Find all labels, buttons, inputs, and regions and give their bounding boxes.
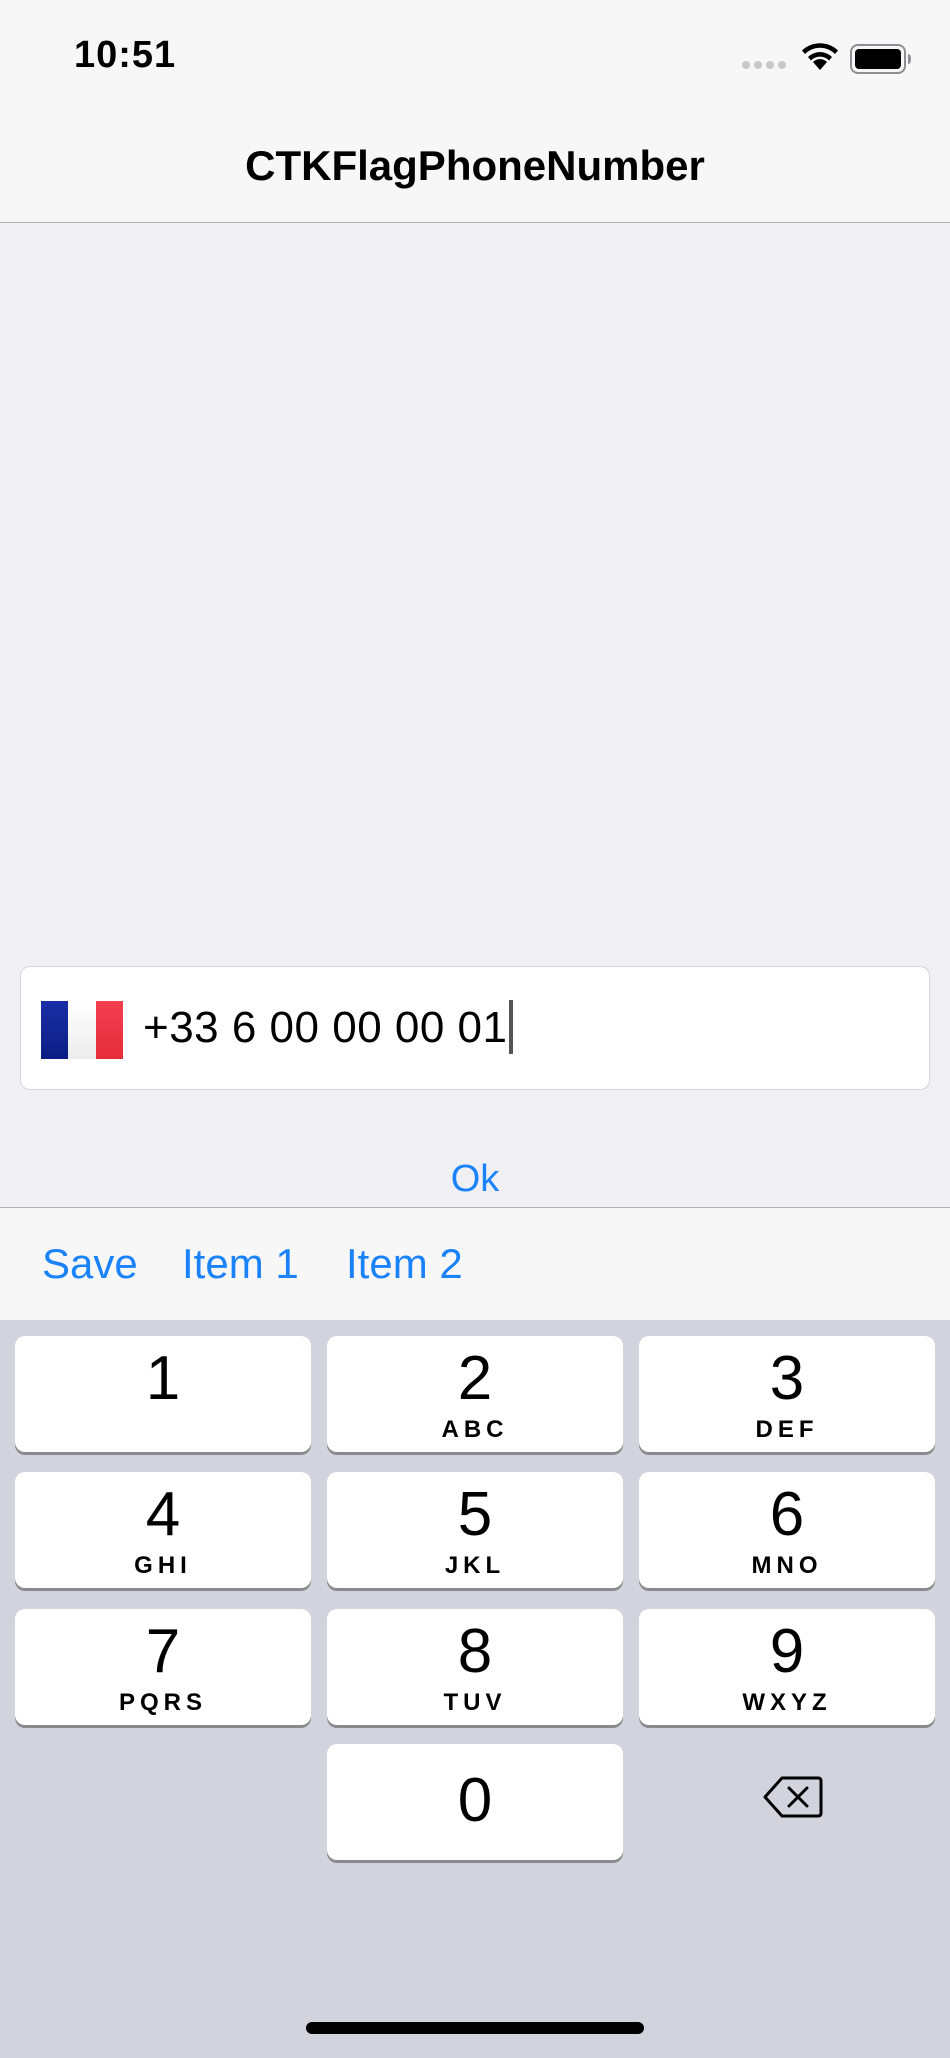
save-button[interactable]: Save (42, 1240, 138, 1288)
key-letters: GHI (134, 1552, 192, 1579)
key-digit: 1 (145, 1344, 181, 1413)
keyboard-toolbar: Save Item 1 Item 2 (0, 1207, 950, 1320)
item-2-button[interactable]: Item 2 (346, 1240, 463, 1288)
key-0[interactable]: 0 (327, 1744, 623, 1860)
wifi-icon (802, 43, 838, 70)
key-5[interactable]: 5 JKL (327, 1472, 623, 1588)
navigation-bar: CTKFlagPhoneNumber (0, 112, 950, 223)
phone-number-input[interactable]: +33 6 00 00 00 01 (143, 997, 513, 1059)
ok-button[interactable]: Ok (0, 1158, 950, 1201)
key-9[interactable]: 9 WXYZ (639, 1609, 935, 1725)
cellular-signal-icon (742, 61, 788, 73)
status-bar: 10:51 (0, 0, 950, 112)
text-cursor (508, 1000, 513, 1054)
key-letters: MNO (751, 1552, 823, 1579)
key-letters: DEF (755, 1416, 819, 1443)
status-time: 10:51 (74, 34, 177, 76)
item-1-button[interactable]: Item 1 (182, 1240, 299, 1288)
home-indicator (306, 2022, 644, 2034)
key-digit: 3 (769, 1344, 805, 1413)
key-letters: WXYZ (742, 1689, 832, 1716)
key-8[interactable]: 8 TUV (327, 1609, 623, 1725)
key-digit: 9 (769, 1617, 805, 1686)
key-letters: PQRS (118, 1689, 207, 1716)
key-digit: 6 (769, 1480, 805, 1549)
france-flag-icon[interactable] (41, 1001, 123, 1059)
key-2[interactable]: 2 ABC (327, 1336, 623, 1452)
key-digit: 5 (457, 1480, 493, 1549)
key-3[interactable]: 3 DEF (639, 1336, 935, 1452)
battery-icon (850, 44, 911, 74)
key-digit: 8 (457, 1617, 493, 1686)
key-1[interactable]: 1 (15, 1336, 311, 1452)
key-7[interactable]: 7 PQRS (15, 1609, 311, 1725)
page-title: CTKFlagPhoneNumber (245, 142, 705, 189)
key-digit: 0 (457, 1766, 493, 1835)
phone-number-field[interactable]: +33 6 00 00 00 01 (20, 966, 930, 1090)
key-letters: JKL (444, 1552, 506, 1579)
phone-number-value: +33 6 00 00 00 01 (143, 1003, 508, 1052)
key-digit: 2 (457, 1344, 493, 1413)
key-6[interactable]: 6 MNO (639, 1472, 935, 1588)
key-digit: 4 (145, 1480, 181, 1549)
key-digit: 7 (145, 1617, 181, 1686)
key-4[interactable]: 4 GHI (15, 1472, 311, 1588)
key-letters: TUV (443, 1689, 507, 1716)
key-letters: ABC (441, 1416, 509, 1443)
backspace-icon[interactable] (762, 1774, 824, 1820)
